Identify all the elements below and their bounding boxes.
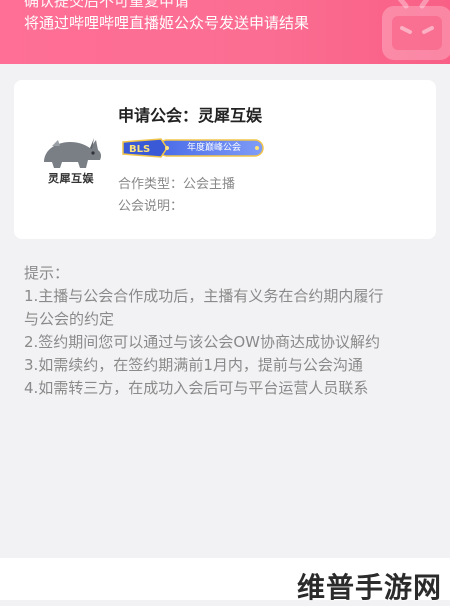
tip-line: 4.如需转三方，在成功入会后可与平台运营人员联系 (24, 379, 369, 397)
header-banner: 确认提交后不可重复申请 将通过哔哩哔哩直播姬公众号发送申请结果 (0, 0, 450, 64)
rhino-icon (44, 138, 102, 168)
guild-logo: 灵犀互娱 (38, 132, 104, 188)
badge-label: 年度巅峰公会 (186, 143, 241, 153)
tip-line: 与公会的约定 (24, 310, 115, 328)
annual-peak-guild-badge: BLS 年度巅峰公会 (121, 136, 267, 160)
bilibili-tv-icon (382, 0, 450, 60)
svg-text:BLS: BLS (129, 144, 150, 155)
tips-heading: 提示： (24, 264, 70, 282)
apply-guild-title: 申请公会：灵犀互娱 (118, 106, 263, 125)
tip-line: 2.签约期间您可以通过与该公会OW协商达成协议解约 (24, 333, 380, 351)
header-notice-line1: 确认提交后不可重复申请 (24, 0, 190, 10)
tip-line: 3.如需续约，在签约期满前1月内，提前与公会沟通 (24, 356, 363, 374)
tips-section: 提示： 1.主播与公会合作成功后，主播有义务在合约期内履行 与公会的约定 2.签… (24, 262, 434, 400)
tip-line: 1.主播与公会合作成功后，主播有义务在合约期内履行 (24, 287, 384, 305)
guild-description: 公会说明： (118, 199, 184, 214)
guild-logo-text: 灵犀互娱 (48, 172, 94, 185)
cooperation-type: 合作类型：公会主播 (118, 177, 236, 192)
site-watermark: 维普手游网 (296, 571, 442, 604)
guild-card: 灵犀互娱 申请公会：灵犀互娱 BLS 年度巅峰公会 合作类型：公会主播 公会说明… (14, 80, 436, 239)
header-notice-line2: 将通过哔哩哔哩直播姬公众号发送申请结果 (24, 14, 310, 32)
